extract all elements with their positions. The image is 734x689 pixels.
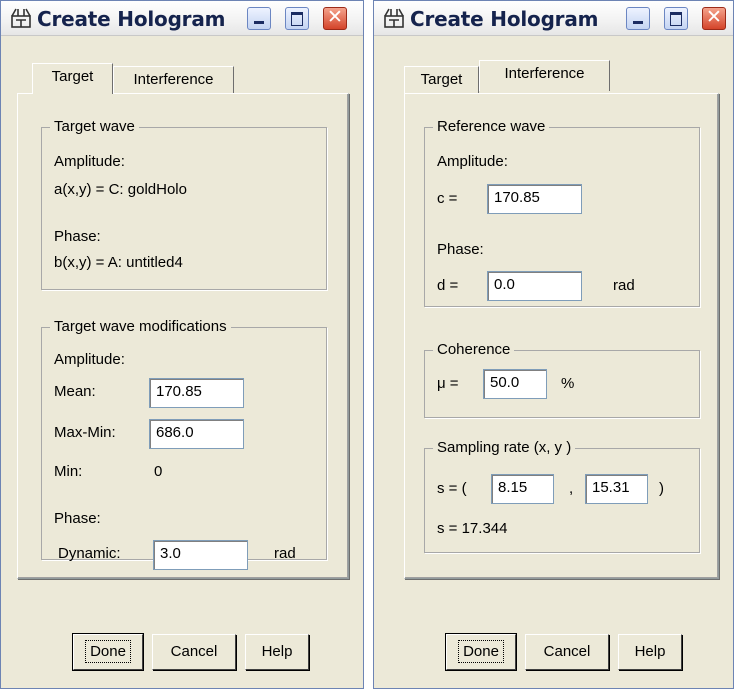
tab-panel-target: Target wave Amplitude: a(x,y) = C: goldH…	[17, 93, 349, 579]
title-bar[interactable]: Create Hologram ✕	[1, 1, 363, 36]
tab-target[interactable]: Target	[404, 66, 479, 94]
minimize-icon[interactable]	[626, 7, 650, 30]
create-hologram-window-interference: Create Hologram ✕ Target Interference Re…	[373, 0, 734, 689]
phase-label: Phase:	[54, 228, 101, 245]
maximize-icon[interactable]	[664, 7, 688, 30]
mu-label: μ =	[437, 375, 459, 392]
phase-label: Phase:	[54, 510, 101, 527]
help-button[interactable]: Help	[618, 634, 682, 670]
done-button-label: Done	[85, 640, 131, 663]
dynamic-label: Dynamic:	[58, 545, 121, 562]
hologram-app-icon	[384, 8, 404, 28]
coherence-group: Coherence μ = 50.0 %	[424, 341, 700, 418]
min-value: 0	[154, 463, 163, 480]
group-legend: Target wave	[50, 118, 139, 135]
tab-interference[interactable]: Interference	[113, 66, 234, 94]
sampling-rate-group: Sampling rate (x, y ) s = ( 8.15 , 15.31…	[424, 439, 700, 553]
group-legend: Reference wave	[433, 118, 550, 135]
sampling-y-field[interactable]: 15.31	[585, 474, 648, 504]
create-hologram-window-target: Create Hologram ✕ Target Interference Ta…	[0, 0, 364, 689]
title-bar[interactable]: Create Hologram ✕	[374, 1, 733, 36]
group-legend: Sampling rate (x, y )	[433, 439, 576, 456]
phase-label: Phase:	[437, 241, 484, 258]
dynamic-unit: rad	[274, 545, 296, 562]
c-label: c =	[437, 190, 458, 207]
done-button[interactable]: Done	[445, 633, 517, 671]
phase-value: b(x,y) = A: untitled4	[54, 254, 183, 271]
group-legend: Target wave modifications	[50, 318, 231, 335]
tab-interference[interactable]: Interference	[479, 60, 610, 91]
amplitude-value: a(x,y) = C: goldHolo	[54, 181, 187, 198]
reference-wave-group: Reference wave Amplitude: c = 170.85 Pha…	[424, 118, 700, 307]
d-unit: rad	[613, 277, 635, 294]
minimize-icon[interactable]	[247, 7, 271, 30]
group-legend: Coherence	[433, 341, 515, 358]
d-label: d =	[437, 277, 459, 294]
tab-panel-interference: Reference wave Amplitude: c = 170.85 Pha…	[404, 93, 719, 579]
max-min-field[interactable]: 686.0	[149, 419, 244, 449]
amplitude-label: Amplitude:	[54, 153, 125, 170]
mean-field[interactable]: 170.85	[149, 378, 244, 408]
max-min-label: Max-Min:	[54, 424, 116, 441]
s-open-label: s = (	[437, 480, 467, 497]
help-button[interactable]: Help	[245, 634, 309, 670]
close-icon[interactable]: ✕	[702, 7, 726, 30]
cancel-button[interactable]: Cancel	[152, 634, 236, 670]
coherence-unit: %	[561, 375, 575, 392]
maximize-icon[interactable]	[285, 7, 309, 30]
target-wave-modifications-group: Target wave modifications Amplitude: Mea…	[41, 318, 327, 570]
amplitude-label: Amplitude:	[54, 351, 125, 368]
sampling-result: s = 17.344	[437, 520, 508, 537]
hologram-app-icon	[11, 8, 31, 28]
d-field[interactable]: 0.0	[487, 271, 582, 301]
window-title: Create Hologram	[410, 7, 599, 31]
close-icon[interactable]: ✕	[323, 7, 347, 30]
sampling-separator: ,	[569, 480, 574, 497]
target-wave-group: Target wave Amplitude: a(x,y) = C: goldH…	[41, 118, 327, 290]
sampling-x-field[interactable]: 8.15	[491, 474, 554, 504]
done-button-label: Done	[458, 640, 504, 663]
amplitude-label: Amplitude:	[437, 153, 508, 170]
cancel-button[interactable]: Cancel	[525, 634, 609, 670]
c-field[interactable]: 170.85	[487, 184, 582, 214]
window-title: Create Hologram	[37, 7, 226, 31]
mean-label: Mean:	[54, 383, 96, 400]
min-label: Min:	[54, 463, 83, 480]
dynamic-field[interactable]: 3.0	[153, 540, 248, 570]
tab-target[interactable]: Target	[32, 63, 113, 94]
s-close-label: )	[659, 480, 664, 497]
done-button[interactable]: Done	[72, 633, 144, 671]
coherence-field[interactable]: 50.0	[483, 369, 547, 399]
